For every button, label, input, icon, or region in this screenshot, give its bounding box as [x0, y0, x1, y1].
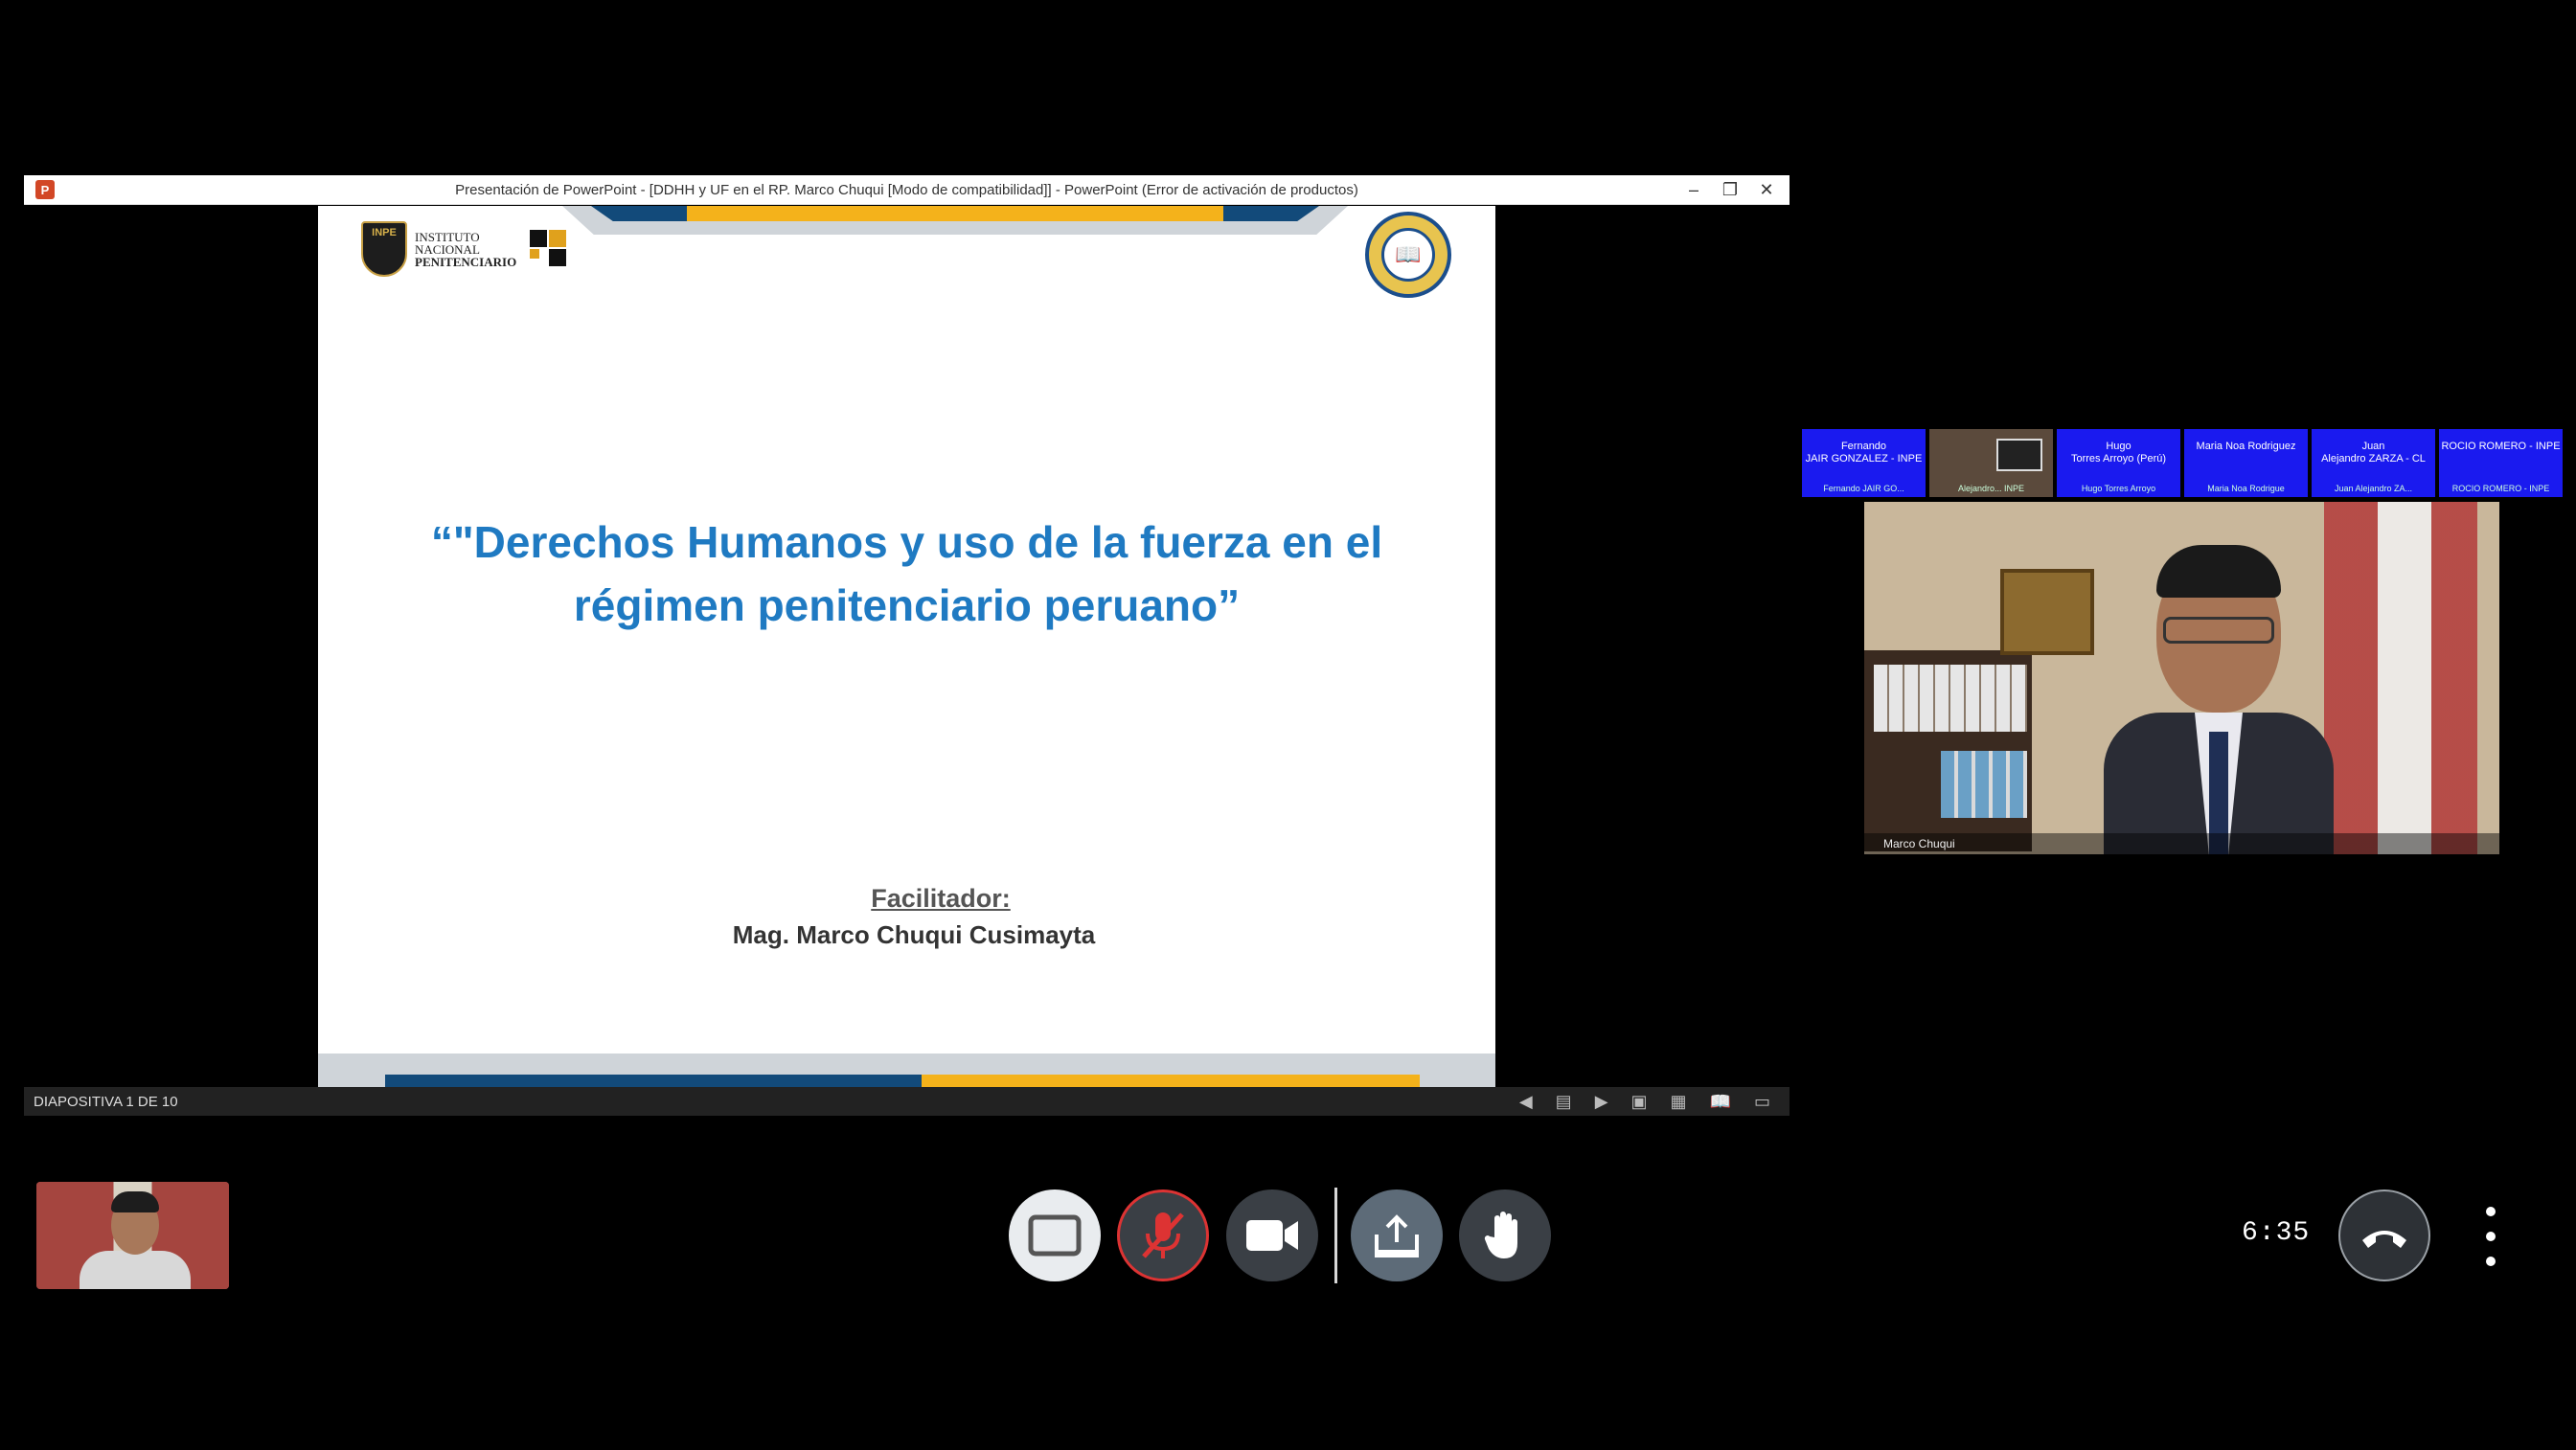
participant-tile[interactable]: Fernando JAIR GONZALEZ - INPE Fernando J…: [1802, 429, 1926, 497]
logo-line-1: INSTITUTO: [415, 229, 480, 244]
normal-view-icon[interactable]: ▣: [1631, 1092, 1648, 1112]
camera-button[interactable]: [1226, 1189, 1318, 1281]
mute-button[interactable]: [1117, 1189, 1209, 1281]
screen-layout-button[interactable]: [1009, 1189, 1101, 1281]
restore-icon[interactable]: ❐: [1715, 175, 1745, 204]
participant-tile[interactable]: Maria Noa Rodriguez Maria Noa Rodrigue: [2184, 429, 2308, 497]
more-icon[interactable]: [2476, 1207, 2505, 1266]
participant-tile[interactable]: Juan Alejandro ZARZA - CL Juan Alejandro…: [2312, 429, 2435, 497]
participant-video: [1996, 439, 2042, 471]
slide-canvas: INPE INSTITUTO NACIONAL PENITENCIARIO 📖 …: [318, 206, 1495, 1089]
logo-squares-icon: [530, 230, 568, 268]
facilitator-name: Mag. Marco Chuqui Cusimayta: [732, 920, 1096, 949]
hangup-icon: [2362, 1231, 2406, 1248]
reading-view-icon[interactable]: 📖: [1710, 1092, 1731, 1112]
window-controls: – ❐ ✕: [1678, 175, 1782, 204]
grid-view-icon[interactable]: ▦: [1671, 1092, 1687, 1112]
window-titlebar: P Presentación de PowerPoint - [DDHH y U…: [24, 175, 1790, 205]
logo-line-3: PENITENCIARIO: [415, 254, 517, 269]
active-speaker-video[interactable]: Marco Chuqui: [1864, 502, 2499, 854]
institution-seal-icon: 📖: [1365, 212, 1451, 298]
slide-sorter-icon[interactable]: ▤: [1556, 1092, 1572, 1112]
control-divider: [1334, 1188, 1337, 1283]
share-icon: [1375, 1214, 1419, 1257]
hand-icon: [1484, 1212, 1517, 1258]
slide-top-banner: [562, 206, 1348, 244]
participant-strip: Fernando JAIR GONZALEZ - INPE Fernando J…: [1802, 429, 2563, 497]
hangup-button[interactable]: [2338, 1189, 2430, 1281]
slide-counter: DIAPOSITIVA 1 DE 10: [34, 1093, 178, 1110]
slide-title: “"Derechos Humanos y uso de la fuerza en…: [430, 517, 1383, 630]
powerpoint-window: P Presentación de PowerPoint - [DDHH y U…: [24, 175, 1790, 1116]
slide-bottom-banner: [318, 1054, 1495, 1089]
raise-hand-button[interactable]: [1459, 1189, 1551, 1281]
prev-slide-icon[interactable]: ◀: [1519, 1092, 1533, 1112]
participant-tile[interactable]: Alejandro... INPE: [1929, 429, 2053, 497]
minimize-icon[interactable]: –: [1678, 175, 1709, 204]
self-view-video[interactable]: [36, 1182, 229, 1289]
mic-off-icon: [1142, 1212, 1184, 1258]
facilitator-label: Facilitador:: [871, 884, 1011, 913]
close-icon[interactable]: ✕: [1751, 175, 1782, 204]
window-title: Presentación de PowerPoint - [DDHH y UF …: [455, 181, 1358, 198]
speaker-name: Marco Chuqui: [1864, 833, 2499, 854]
share-screen-button[interactable]: [1351, 1189, 1443, 1281]
next-slide-icon[interactable]: ▶: [1595, 1092, 1608, 1112]
speaker-person: [2104, 540, 2334, 854]
screen-icon: [1028, 1214, 1082, 1257]
call-timer: 6:35: [2242, 1218, 2311, 1248]
slideshow-icon[interactable]: ▭: [1754, 1092, 1770, 1112]
participant-tile[interactable]: ROCIO ROMERO - INPE ROCIO ROMERO - INPE: [2439, 429, 2563, 497]
ppt-status-bar: DIAPOSITIVA 1 DE 10 ◀ ▤ ▶ ▣ ▦ 📖 ▭: [24, 1087, 1790, 1116]
participant-tile[interactable]: Hugo Torres Arroyo (Perú) Hugo Torres Ar…: [2057, 429, 2180, 497]
inpe-logo: INPE INSTITUTO NACIONAL PENITENCIARIO: [361, 221, 568, 277]
camera-icon: [1246, 1220, 1298, 1251]
logo-line-2: NACIONAL: [415, 241, 480, 257]
inpe-shield-icon: INPE: [361, 221, 407, 277]
flag-image: [2324, 502, 2477, 854]
